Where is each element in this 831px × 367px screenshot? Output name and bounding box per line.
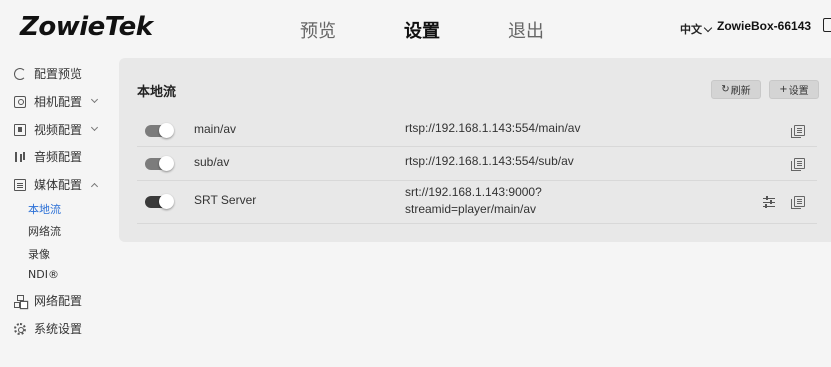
network-icon [14, 294, 26, 308]
stream-row: main/av rtsp://192.168.1.143:554/main/av [137, 114, 817, 147]
sidebar-subitem-ndi[interactable]: NDI® [28, 268, 59, 281]
stream-url-line2: streamid=player/main/av [405, 202, 537, 216]
toggle-knob [159, 156, 174, 171]
stream-url-line1: srt://192.168.1.143:9000? [405, 185, 542, 199]
top-header: ZowieTek 预览 设置 退出 中文 ZowieBox-66143 [0, 0, 831, 58]
stream-url: rtsp://192.168.1.143:554/sub/av [405, 154, 574, 168]
language-label: 中文 [680, 23, 702, 36]
sliders-icon[interactable] [763, 196, 775, 207]
stream-name: main/av [194, 122, 237, 136]
sidebar-item-label: 视频配置 [34, 123, 83, 137]
device-name: ZowieBox-66143 [717, 19, 812, 33]
local-stream-panel: 本地流 ↻ 刷新 + 设置 main/av rtsp://192.168.1.143… [119, 58, 831, 242]
refresh-icon: ↻ [721, 84, 730, 95]
chevron-down-icon [90, 95, 99, 104]
camera-icon [14, 95, 26, 108]
gear-icon [14, 322, 26, 335]
plus-icon: + [779, 84, 788, 95]
sidebar-item-network-config[interactable]: 网络配置 [14, 292, 82, 309]
copy-icon[interactable] [791, 125, 805, 138]
tab-preview[interactable]: 预览 [300, 17, 336, 43]
sidebar-item-config-preview[interactable]: 配置预览 [14, 65, 82, 82]
chevron-down-icon [703, 23, 713, 33]
dial-icon [14, 67, 26, 80]
sidebar-item-audio-config[interactable]: 音频配置 [14, 148, 82, 165]
refresh-button[interactable]: ↻ 刷新 [711, 80, 761, 99]
stream-row: sub/av rtsp://192.168.1.143:554/sub/av [137, 147, 817, 181]
toggle-knob [159, 194, 174, 209]
audio-icon [14, 151, 26, 163]
sidebar-subitem-local-stream[interactable]: 本地流 [28, 201, 61, 217]
chevron-down-icon [90, 123, 99, 132]
stream-toggle[interactable] [145, 123, 174, 138]
stream-toggle[interactable] [145, 156, 174, 171]
stream-url: srt://192.168.1.143:9000? streamid=playe… [405, 184, 542, 218]
stream-toggle[interactable] [145, 194, 174, 209]
sidebar-item-label: 配置预览 [34, 67, 83, 81]
sidebar-item-video-config[interactable]: 视频配置 [14, 121, 99, 138]
sidebar-item-media-config[interactable]: 媒体配置 [14, 176, 99, 193]
settings-button[interactable]: + 设置 [769, 80, 819, 99]
copy-icon[interactable] [791, 158, 805, 171]
sidebar-subitem-network-stream[interactable]: 网络流 [28, 223, 61, 239]
sidebar-item-label: 音频配置 [34, 150, 83, 164]
sidebar-item-system-settings[interactable]: 系统设置 [14, 320, 82, 337]
chevron-up-icon [90, 182, 99, 191]
settings-label: 设置 [788, 86, 809, 97]
stream-url: rtsp://192.168.1.143:554/main/av [405, 121, 581, 135]
copy-icon[interactable] [791, 196, 805, 209]
film-icon [14, 123, 26, 136]
sidebar-item-label: 媒体配置 [34, 178, 83, 192]
stream-name: SRT Server [194, 193, 257, 207]
stream-name: sub/av [194, 155, 230, 169]
language-selector[interactable]: 中文 [680, 21, 713, 37]
edit-icon[interactable] [823, 18, 831, 32]
sidebar: 配置预览 相机配置 视频配置 音频配置 媒体配置 本地流 网络流 录像 NDI®… [0, 58, 118, 367]
sidebar-item-label: 相机配置 [34, 95, 83, 109]
refresh-label: 刷新 [730, 86, 751, 97]
stream-row: SRT Server srt://192.168.1.143:9000? str… [137, 181, 817, 224]
media-icon [14, 178, 26, 191]
tab-settings[interactable]: 设置 [404, 17, 440, 43]
tab-logout[interactable]: 退出 [508, 17, 544, 43]
sidebar-item-label: 网络配置 [34, 294, 83, 308]
logo: ZowieTek [20, 12, 153, 42]
sidebar-subitem-recording[interactable]: 录像 [28, 246, 50, 262]
sidebar-item-camera-config[interactable]: 相机配置 [14, 93, 99, 110]
sidebar-item-label: 系统设置 [34, 322, 83, 336]
toggle-knob [159, 123, 174, 138]
panel-title: 本地流 [137, 85, 177, 100]
